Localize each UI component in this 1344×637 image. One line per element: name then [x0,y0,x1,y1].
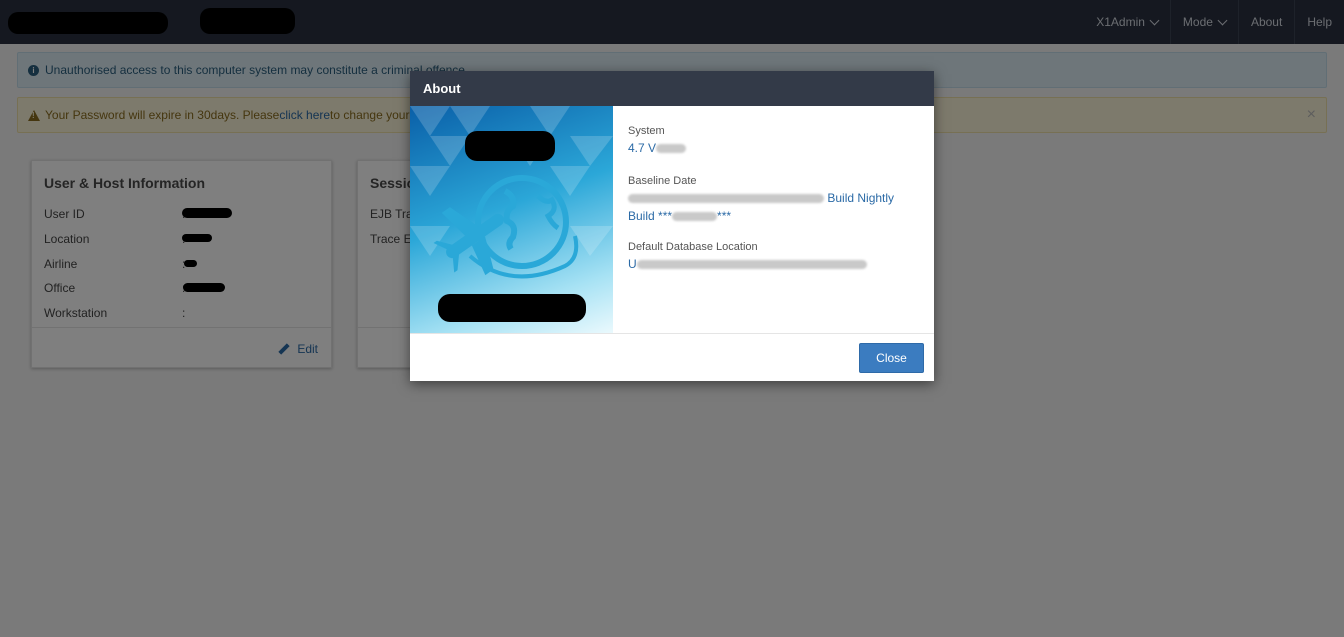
baseline-build-line2: Build *** [628,209,673,223]
db-location-text: U [628,257,637,271]
system-label: System [628,125,665,137]
dialog-title: About [410,71,934,106]
blurred-value [672,212,718,222]
baseline-date-label: Baseline Date [628,175,697,187]
baseline-date-value: Build Nightly Build *** *** [628,189,918,225]
baseline-build-line2-end: *** [717,209,732,223]
dialog-footer: Close [410,333,934,381]
about-dialog: About System 4.7 V Baseline Date Build N… [410,71,934,381]
blurred-value [656,144,687,154]
product-banner-image [410,106,613,333]
blurred-value [636,260,867,270]
db-location-label: Default Database Location [628,241,758,253]
system-value-text: 4.7 V [628,141,657,155]
globe-airplane-icon [410,106,613,322]
blurred-value [628,194,824,204]
system-value: 4.7 V [628,139,918,157]
close-button[interactable]: Close [859,343,924,373]
baseline-build-text: Build Nightly [827,191,895,205]
about-details: System 4.7 V Baseline Date Build Nightly… [628,125,918,273]
db-location-value: U [628,255,918,273]
